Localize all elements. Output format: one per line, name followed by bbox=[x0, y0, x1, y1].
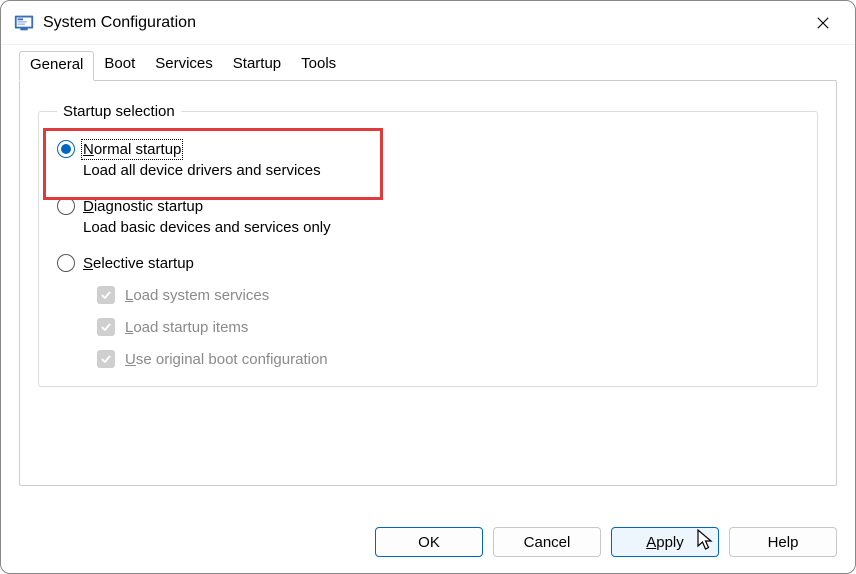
titlebar: System Configuration bbox=[1, 1, 855, 45]
desc-diagnostic-startup: Load basic devices and services only bbox=[83, 219, 799, 236]
option-diagnostic-startup[interactable]: Diagnostic startup Load basic devices an… bbox=[57, 197, 799, 236]
tab-strip: General Boot Services Startup Tools bbox=[1, 45, 855, 81]
ok-button[interactable]: OK bbox=[375, 527, 483, 557]
msconfig-icon bbox=[13, 12, 35, 34]
check-load-system-services: Load system services bbox=[97, 286, 799, 304]
check-label: Use original boot configuration bbox=[125, 351, 328, 368]
tab-boot[interactable]: Boot bbox=[94, 51, 145, 81]
option-normal-startup[interactable]: Normal startup Load all device drivers a… bbox=[57, 140, 799, 179]
check-label: Load system services bbox=[125, 287, 269, 304]
label-diagnostic-startup: Diagnostic startup bbox=[83, 198, 203, 215]
startup-selection-group: Startup selection Normal startup Load al… bbox=[38, 103, 818, 387]
tab-general[interactable]: General bbox=[19, 51, 94, 81]
selective-sub-options: Load system services Load startup items … bbox=[97, 286, 799, 368]
apply-button[interactable]: Apply bbox=[611, 527, 719, 557]
radio-diagnostic-startup[interactable] bbox=[57, 197, 75, 215]
close-button[interactable] bbox=[803, 3, 843, 43]
check-load-startup-items: Load startup items bbox=[97, 318, 799, 336]
checkbox-icon bbox=[97, 286, 115, 304]
system-configuration-window: System Configuration General Boot Servic… bbox=[0, 0, 856, 574]
radio-normal-startup[interactable] bbox=[57, 140, 75, 158]
group-label: Startup selection bbox=[57, 103, 181, 120]
window-title: System Configuration bbox=[43, 14, 196, 32]
tab-tools[interactable]: Tools bbox=[291, 51, 346, 81]
label-normal-startup: Normal startup bbox=[83, 141, 181, 158]
help-button[interactable]: Help bbox=[729, 527, 837, 557]
tab-startup[interactable]: Startup bbox=[223, 51, 291, 81]
checkbox-icon bbox=[97, 318, 115, 336]
cancel-button[interactable]: Cancel bbox=[493, 527, 601, 557]
label-selective-startup: Selective startup bbox=[83, 255, 194, 272]
option-selective-startup[interactable]: Selective startup Load system services L… bbox=[57, 254, 799, 368]
dialog-buttons: OK Cancel Apply Help bbox=[375, 527, 837, 557]
radio-selective-startup[interactable] bbox=[57, 254, 75, 272]
desc-normal-startup: Load all device drivers and services bbox=[83, 162, 799, 179]
check-label: Load startup items bbox=[125, 319, 248, 336]
tab-services[interactable]: Services bbox=[145, 51, 223, 81]
close-icon bbox=[816, 16, 830, 30]
check-use-original-boot: Use original boot configuration bbox=[97, 350, 799, 368]
checkbox-icon bbox=[97, 350, 115, 368]
tab-panel-general: Startup selection Normal startup Load al… bbox=[19, 80, 837, 486]
